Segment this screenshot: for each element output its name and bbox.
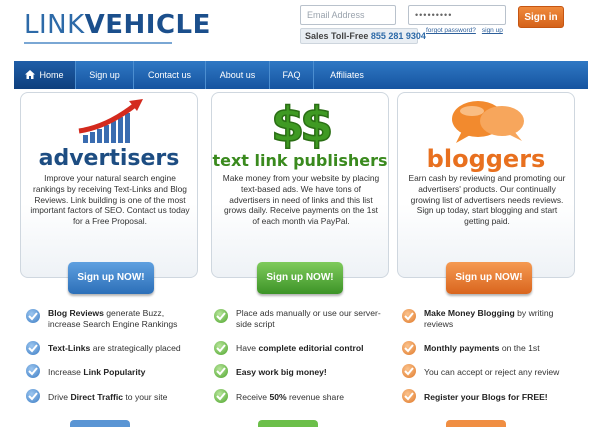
speech-bubbles-icon: [452, 101, 524, 143]
nav-about[interactable]: About us: [206, 61, 270, 89]
dollar-signs-icon: $ $: [270, 96, 332, 149]
check-icon: [26, 309, 40, 323]
bloggers-signup-button[interactable]: Sign up NOW!: [446, 262, 532, 294]
sales-label: Sales Toll-Free: [305, 31, 369, 41]
check-icon: [26, 341, 40, 355]
advertisers-signup-button[interactable]: Sign up NOW!: [68, 262, 154, 294]
feature-item: Receive 50% revenue share: [236, 392, 344, 402]
forgot-password-link[interactable]: forgot password?: [426, 27, 476, 34]
signup-link[interactable]: sign up: [482, 27, 503, 34]
feature-item: Easy work big money!: [236, 367, 327, 377]
check-icon: [214, 389, 228, 403]
advertisers-description: Improve your natural search engine ranki…: [30, 173, 190, 227]
bloggers-title: bloggers: [426, 145, 546, 173]
logo-part-vehicle: VEHICLE: [84, 10, 211, 40]
nav-home-label: Home: [39, 70, 64, 80]
check-icon: [214, 364, 228, 378]
feature-item: Place ads manually or use our server-sid…: [236, 308, 381, 329]
next-section-stub: [70, 420, 130, 427]
check-icon: [402, 364, 416, 378]
nav-faq[interactable]: FAQ: [270, 61, 314, 89]
bloggers-panel: bloggers Earn cash by reviewing and prom…: [397, 92, 575, 278]
bloggers-description: Earn cash by reviewing and promoting our…: [408, 173, 566, 227]
feature-item: Increase Link Popularity: [48, 367, 146, 377]
check-icon: [402, 389, 416, 403]
publishers-title: text link publishers: [212, 151, 388, 170]
check-icon: [214, 309, 228, 323]
sales-phone: Sales Toll-Free 855 281 9304: [300, 28, 426, 44]
feature-item: Register your Blogs for FREE!: [424, 392, 548, 402]
email-field[interactable]: Email Address: [300, 5, 396, 25]
feature-item: Drive Direct Traffic to your site: [48, 392, 168, 402]
next-section-stub: [258, 420, 318, 427]
signin-button[interactable]: Sign in: [518, 6, 564, 28]
feature-item: Blog Reviews generate Buzz, increase Sea…: [48, 308, 178, 329]
logo[interactable]: LINKVEHICLE: [24, 10, 211, 40]
feature-item: Have complete editorial control: [236, 343, 364, 353]
account-links: forgot password? sign up: [426, 27, 509, 34]
nav-signup[interactable]: Sign up: [76, 61, 134, 89]
growth-chart-icon: [78, 99, 143, 143]
feature-item: Text-Links are strategically placed: [48, 343, 181, 353]
advertisers-panel: advertisers Improve your natural search …: [20, 92, 198, 278]
main-nav: Home Sign up Contact us About us FAQ Aff…: [14, 61, 588, 89]
nav-contact[interactable]: Contact us: [134, 61, 206, 89]
svg-text:$: $: [300, 97, 332, 149]
logo-underline: [24, 42, 172, 44]
check-icon: [214, 341, 228, 355]
logo-part-link: LINK: [24, 10, 85, 40]
sales-number: 855 281 9304: [370, 31, 426, 41]
feature-item: Make Money Blogging by writing reviews: [424, 308, 554, 329]
nav-affiliates[interactable]: Affiliates: [314, 61, 380, 89]
check-icon: [26, 389, 40, 403]
publishers-panel: $ $ text link publishers Make money from…: [211, 92, 389, 278]
publishers-description: Make money from your website by placing …: [222, 173, 380, 227]
feature-item: You can accept or reject any review: [424, 367, 560, 377]
next-section-stub: [446, 420, 506, 427]
check-icon: [402, 341, 416, 355]
feature-item: Monthly payments on the 1st: [424, 343, 540, 353]
check-icon: [26, 364, 40, 378]
home-icon: [25, 70, 36, 79]
nav-home[interactable]: Home: [14, 61, 76, 89]
advertisers-title: advertisers: [38, 146, 180, 171]
password-field[interactable]: •••••••••: [408, 5, 506, 25]
check-icon: [402, 309, 416, 323]
publishers-signup-button[interactable]: Sign up NOW!: [257, 262, 343, 294]
